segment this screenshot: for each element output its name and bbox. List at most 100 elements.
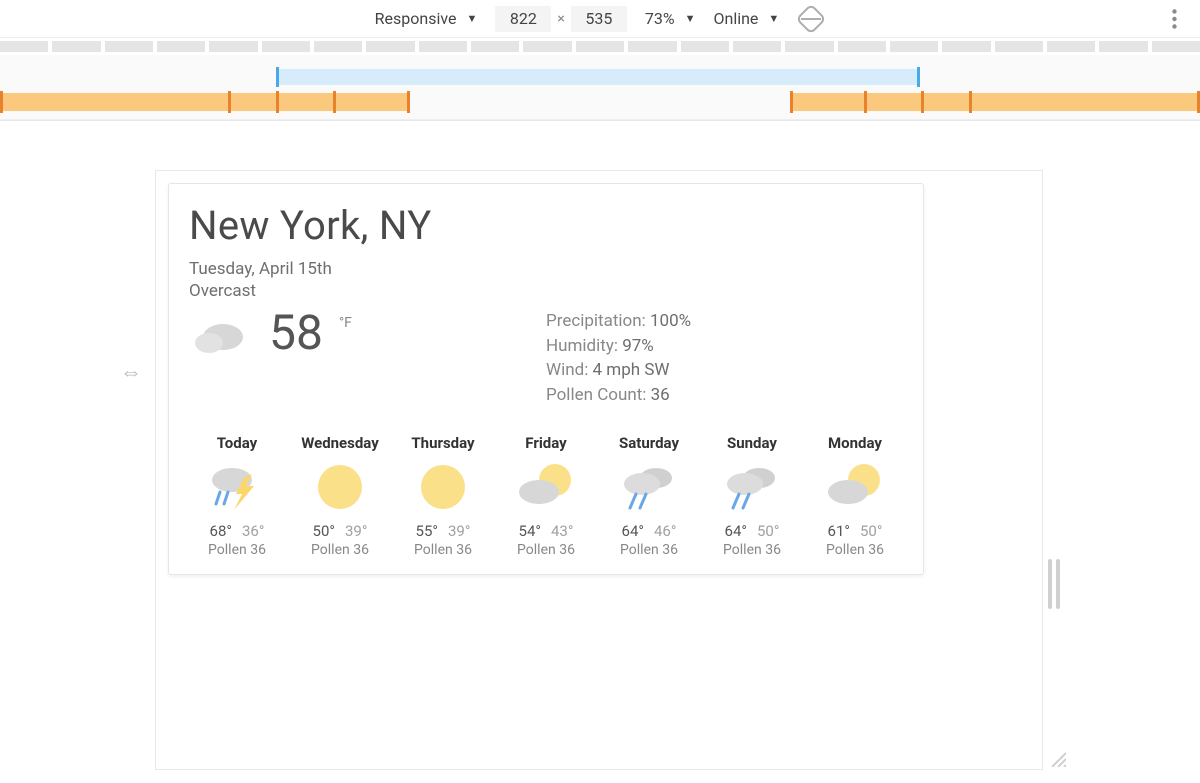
forecast-pollen: Pollen 36 <box>292 542 388 558</box>
condition-label: Overcast <box>189 281 903 301</box>
forecast-day[interactable]: Thursday 55° 39° Pollen 36 <box>395 434 491 558</box>
rain-icon <box>601 460 697 514</box>
pollen-value: 36 <box>651 385 670 405</box>
overcast-icon <box>189 309 251 359</box>
width-input[interactable] <box>495 6 551 32</box>
ruler[interactable] <box>0 38 1200 55</box>
current-stats: Precipitation: 100% Humidity: 97% Wind: … <box>546 309 903 408</box>
zoom-label: 73% <box>645 9 675 28</box>
caret-down-icon: ▼ <box>768 12 779 25</box>
storm-icon <box>189 460 285 514</box>
forecast-pollen: Pollen 36 <box>189 542 285 558</box>
forecast-hi: 61° <box>828 522 850 540</box>
current-temp: 58 <box>269 309 323 357</box>
times-label: × <box>557 11 564 27</box>
zoom-selector[interactable]: 73% ▼ <box>645 9 696 28</box>
forecast-pollen: Pollen 36 <box>807 542 903 558</box>
forecast-hi: 64° <box>622 522 644 540</box>
resize-handle-left[interactable]: ⇔ <box>120 359 142 385</box>
forecast-day-label: Friday <box>498 434 594 452</box>
sunny-icon <box>395 460 491 514</box>
forecast-day-label: Today <box>189 434 285 452</box>
date-label: Tuesday, April 15th <box>189 259 903 279</box>
mq-tick <box>921 91 924 113</box>
precip-value: 100% <box>650 311 691 331</box>
device-selector-label: Responsive <box>375 9 457 28</box>
humidity-value: 97% <box>622 336 654 356</box>
rotate-icon <box>797 5 825 33</box>
forecast-day-label: Saturday <box>601 434 697 452</box>
mq-tick <box>228 91 231 113</box>
forecast-temps: 68° 36° <box>189 522 285 540</box>
rotate-button[interactable] <box>797 5 825 33</box>
mq-min-bar-right[interactable] <box>790 93 1200 111</box>
pollen-label: Pollen Count: <box>546 385 646 405</box>
device-frame: New York, NY Tuesday, April 15th Overcas… <box>156 171 1042 769</box>
precip-label: Precipitation: <box>546 311 646 331</box>
forecast-lo: 46° <box>654 522 676 540</box>
forecast-lo: 39° <box>448 522 470 540</box>
current-row: 58 °F Precipitation: 100% Humidity: 97% … <box>189 309 903 408</box>
network-label: Online <box>713 9 758 28</box>
resize-handle-right[interactable] <box>1048 559 1066 609</box>
weather-card: New York, NY Tuesday, April 15th Overcas… <box>168 183 924 575</box>
mq-range-bar[interactable] <box>276 69 920 85</box>
forecast-day-label: Thursday <box>395 434 491 452</box>
height-input[interactable] <box>571 6 627 32</box>
forecast-temps: 54° 43° <box>498 522 594 540</box>
caret-down-icon: ▼ <box>467 12 478 25</box>
forecast-hi: 54° <box>519 522 541 540</box>
kebab-icon <box>1172 9 1177 29</box>
resize-handle-corner[interactable] <box>1048 749 1066 767</box>
mq-tick <box>864 91 867 113</box>
forecast-day[interactable]: Sunday 64° 50° Pollen 36 <box>704 434 800 558</box>
forecast-pollen: Pollen 36 <box>395 542 491 558</box>
sunny-icon <box>292 460 388 514</box>
partly-sunny-icon <box>807 460 903 514</box>
wind-value: 4 mph SW <box>593 360 670 380</box>
forecast-lo: 50° <box>860 522 882 540</box>
forecast-day[interactable]: Saturday64°46°Pollen 36 <box>601 434 697 558</box>
forecast-hi: 64° <box>725 522 747 540</box>
forecast-hi: 55° <box>416 522 438 540</box>
device-toolbar: Responsive ▼ × 73% ▼ Online ▼ <box>0 0 1200 38</box>
device-selector[interactable]: Responsive ▼ <box>375 9 478 28</box>
temp-unit: °F <box>339 315 352 331</box>
rain-icon <box>704 460 800 514</box>
caret-down-icon: ▼ <box>685 12 696 25</box>
city-heading: New York, NY <box>189 202 903 249</box>
forecast-hi: 50° <box>313 522 335 540</box>
forecast-temps: 50° 39° <box>292 522 388 540</box>
mq-tick <box>0 91 3 113</box>
mq-tick <box>969 91 972 113</box>
forecast-day-label: Sunday <box>704 434 800 452</box>
stage: ⇔ New York, NY Tuesday, April 15th Overc… <box>0 120 1200 783</box>
forecast-lo: 36° <box>242 522 264 540</box>
forecast-day-label: Wednesday <box>292 434 388 452</box>
forecast-lo: 50° <box>757 522 779 540</box>
forecast-day[interactable]: Friday54°43°Pollen 36 <box>498 434 594 558</box>
forecast-day[interactable]: Monday 61° 50° Pollen 36 <box>807 434 903 558</box>
forecast-lo: 43° <box>551 522 573 540</box>
forecast-hi: 68° <box>210 522 232 540</box>
mq-tick <box>276 91 279 113</box>
forecast-day[interactable]: Wednesday 50° 39° Pollen 36 <box>292 434 388 558</box>
media-query-bars[interactable] <box>0 55 1200 120</box>
partly-sunny-icon <box>498 460 594 514</box>
forecast-day[interactable]: Today 68° 36° Pollen 36 <box>189 434 285 558</box>
forecast-row: Today 68° 36° Pollen 36 Wednesday 50° 39° Polle… <box>189 434 903 558</box>
forecast-lo: 39° <box>345 522 367 540</box>
forecast-day-label: Monday <box>807 434 903 452</box>
more-menu-button[interactable] <box>1160 0 1188 38</box>
forecast-temps: 61° 50° <box>807 522 903 540</box>
resize-corner-icon <box>1048 749 1066 767</box>
forecast-pollen: Pollen 36 <box>704 542 800 558</box>
forecast-temps: 55° 39° <box>395 522 491 540</box>
mq-tick <box>407 91 410 113</box>
mq-tick <box>333 91 336 113</box>
network-selector[interactable]: Online ▼ <box>713 9 779 28</box>
wind-label: Wind: <box>546 360 588 380</box>
mq-max-bar-left[interactable] <box>0 93 410 111</box>
humidity-label: Humidity: <box>546 336 618 356</box>
forecast-temps: 64° 50° <box>704 522 800 540</box>
